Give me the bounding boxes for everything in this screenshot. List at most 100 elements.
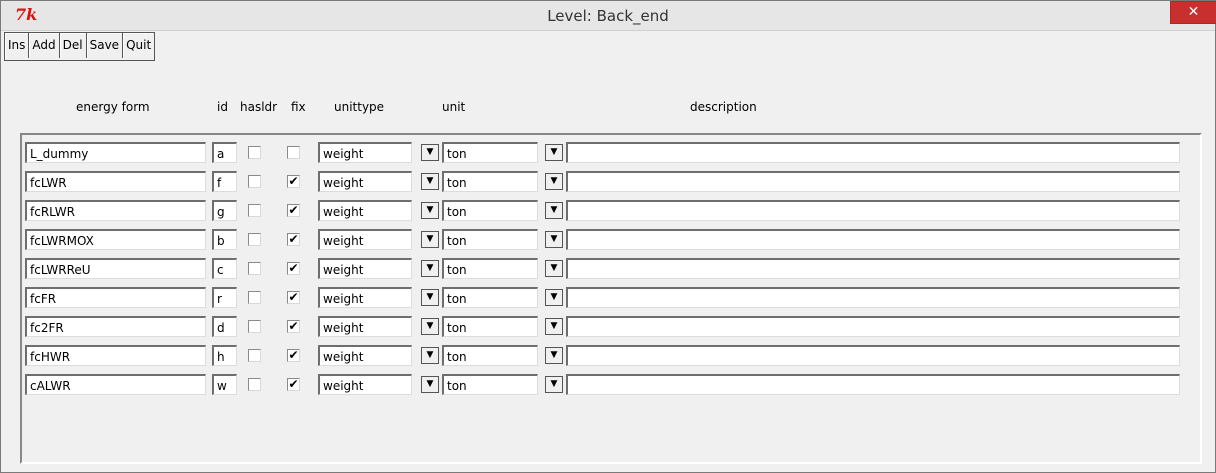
- dropdown-arrow-icon: ▼: [426, 234, 434, 244]
- fix-checkbox[interactable]: ✔: [287, 291, 300, 304]
- dropdown-arrow-icon: ▼: [426, 321, 434, 331]
- unittype-dropdown[interactable]: ▼: [421, 347, 439, 364]
- unit-dropdown[interactable]: ▼: [545, 144, 563, 161]
- header-fix: fix: [291, 100, 306, 114]
- dropdown-arrow-icon: ▼: [426, 292, 434, 302]
- fix-checkbox[interactable]: ✔: [287, 320, 300, 333]
- unit-field[interactable]: ton: [442, 316, 538, 337]
- unit-dropdown[interactable]: ▼: [545, 202, 563, 219]
- unit-dropdown[interactable]: ▼: [545, 347, 563, 364]
- unittype-field[interactable]: weight: [318, 171, 412, 192]
- unittype-dropdown[interactable]: ▼: [421, 202, 439, 219]
- unittype-dropdown[interactable]: ▼: [421, 260, 439, 277]
- unit-field[interactable]: ton: [442, 374, 538, 395]
- header-unit: unit: [442, 100, 466, 114]
- close-button[interactable]: ✕: [1170, 1, 1216, 24]
- unit-dropdown[interactable]: ▼: [545, 376, 563, 393]
- description-input[interactable]: [566, 142, 1180, 163]
- unit-field[interactable]: ton: [442, 345, 538, 366]
- hasldr-checkbox[interactable]: [248, 204, 261, 217]
- unittype-field[interactable]: weight: [318, 374, 412, 395]
- unittype-dropdown[interactable]: ▼: [421, 231, 439, 248]
- id-input[interactable]: a: [212, 142, 237, 163]
- fix-checkbox[interactable]: ✔: [287, 204, 300, 217]
- unit-field[interactable]: ton: [442, 142, 538, 163]
- hasldr-checkbox[interactable]: [248, 320, 261, 333]
- del-button[interactable]: Del: [59, 33, 87, 58]
- unit-dropdown[interactable]: ▼: [545, 260, 563, 277]
- fix-checkbox[interactable]: ✔: [287, 378, 300, 391]
- unittype-field[interactable]: weight: [318, 142, 412, 163]
- description-input[interactable]: [566, 229, 1180, 250]
- id-input[interactable]: g: [212, 200, 237, 221]
- description-input[interactable]: [566, 258, 1180, 279]
- energy-form-input[interactable]: fcLWRMOX: [25, 229, 206, 250]
- energy-form-input[interactable]: fcRLWR: [25, 200, 206, 221]
- id-input[interactable]: b: [212, 229, 237, 250]
- unittype-dropdown[interactable]: ▼: [421, 318, 439, 335]
- unittype-field[interactable]: weight: [318, 200, 412, 221]
- unittype-field[interactable]: weight: [318, 229, 412, 250]
- hasldr-checkbox[interactable]: [248, 146, 261, 159]
- table-row: fcHWR h ✔ weight ▼ ton ▼: [0, 344, 1180, 369]
- ins-button[interactable]: Ins: [5, 33, 30, 58]
- dropdown-arrow-icon: ▼: [426, 263, 434, 273]
- id-input[interactable]: f: [212, 171, 237, 192]
- unittype-field[interactable]: weight: [318, 287, 412, 308]
- fix-checkbox[interactable]: [287, 146, 300, 159]
- description-input[interactable]: [566, 287, 1180, 308]
- checkmark-icon: ✔: [288, 319, 299, 333]
- id-input[interactable]: r: [212, 287, 237, 308]
- id-input[interactable]: c: [212, 258, 237, 279]
- description-input[interactable]: [566, 316, 1180, 337]
- id-input[interactable]: d: [212, 316, 237, 337]
- unit-field[interactable]: ton: [442, 258, 538, 279]
- unit-dropdown[interactable]: ▼: [545, 231, 563, 248]
- id-input[interactable]: h: [212, 345, 237, 366]
- unit-field[interactable]: ton: [442, 200, 538, 221]
- energy-form-input[interactable]: fcLWR: [25, 171, 206, 192]
- id-input[interactable]: w: [212, 374, 237, 395]
- unit-dropdown[interactable]: ▼: [545, 173, 563, 190]
- description-input[interactable]: [566, 200, 1180, 221]
- energy-form-input[interactable]: fcLWRReU: [25, 258, 206, 279]
- description-input[interactable]: [566, 171, 1180, 192]
- energy-form-input[interactable]: L_dummy: [25, 142, 206, 163]
- unittype-field[interactable]: weight: [318, 258, 412, 279]
- close-icon: ✕: [1187, 4, 1200, 20]
- energy-form-input[interactable]: fc2FR: [25, 316, 206, 337]
- unittype-dropdown[interactable]: ▼: [421, 376, 439, 393]
- unit-field[interactable]: ton: [442, 229, 538, 250]
- unit-dropdown[interactable]: ▼: [545, 318, 563, 335]
- hasldr-checkbox[interactable]: [248, 378, 261, 391]
- quit-button[interactable]: Quit: [123, 33, 155, 58]
- add-button[interactable]: Add: [29, 33, 60, 58]
- hasldr-checkbox[interactable]: [248, 349, 261, 362]
- hasldr-checkbox[interactable]: [248, 262, 261, 275]
- description-input[interactable]: [566, 345, 1180, 366]
- unittype-dropdown[interactable]: ▼: [421, 144, 439, 161]
- energy-form-input[interactable]: fcHWR: [25, 345, 206, 366]
- description-input[interactable]: [566, 374, 1180, 395]
- dropdown-arrow-icon: ▼: [550, 379, 558, 389]
- fix-checkbox[interactable]: ✔: [287, 349, 300, 362]
- unit-field[interactable]: ton: [442, 287, 538, 308]
- hasldr-checkbox[interactable]: [248, 291, 261, 304]
- header-id: id: [217, 100, 228, 114]
- hasldr-checkbox[interactable]: [248, 175, 261, 188]
- save-button[interactable]: Save: [86, 33, 124, 58]
- dropdown-arrow-icon: ▼: [550, 292, 558, 302]
- unittype-dropdown[interactable]: ▼: [421, 289, 439, 306]
- hasldr-checkbox[interactable]: [248, 233, 261, 246]
- energy-form-input[interactable]: fcFR: [25, 287, 206, 308]
- fix-checkbox[interactable]: ✔: [287, 175, 300, 188]
- unit-dropdown[interactable]: ▼: [545, 289, 563, 306]
- unittype-field[interactable]: weight: [318, 345, 412, 366]
- unittype-field[interactable]: weight: [318, 316, 412, 337]
- fix-checkbox[interactable]: ✔: [287, 262, 300, 275]
- energy-form-input[interactable]: cALWR: [25, 374, 206, 395]
- fix-checkbox[interactable]: ✔: [287, 233, 300, 246]
- unittype-dropdown[interactable]: ▼: [421, 173, 439, 190]
- unit-field[interactable]: ton: [442, 171, 538, 192]
- dropdown-arrow-icon: ▼: [426, 176, 434, 186]
